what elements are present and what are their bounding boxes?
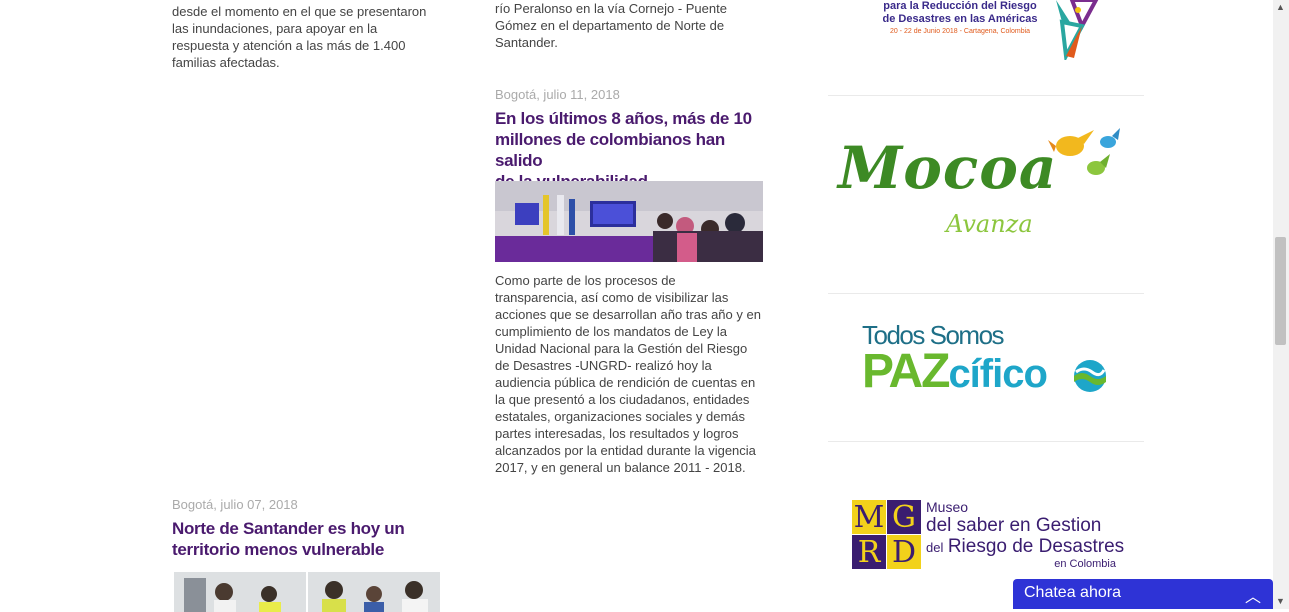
body-line: alcanzados por la entidad durante la vig… [495, 443, 756, 458]
excerpt-line: río Peralonso en la vía Cornejo - Puente [495, 1, 727, 16]
article-date: Bogotá, julio 07, 2018 [172, 497, 298, 512]
museo-line-1: Museo [926, 499, 969, 515]
article-body: Como parte de los procesos de transparen… [495, 272, 775, 476]
chat-widget-button[interactable]: Chatea ahora ︿ [1013, 579, 1273, 609]
page-scrollbar[interactable]: ▲ ▼ [1273, 0, 1289, 609]
plataforma-line-1: para la Reducción del Riesgo [883, 0, 1037, 12]
museo-line-2: del saber en Gestion [926, 515, 1102, 536]
article-title-link[interactable]: En los últimos 8 años, más de 10 millone… [495, 108, 775, 192]
body-line: 2017, y en general un balance 2011 - 201… [495, 460, 746, 475]
wave-circle-icon [1074, 360, 1106, 392]
article-card: Bogotá, julio 11, 2018 En los últimos 8 … [495, 87, 775, 475]
article-left-top-excerpt: desde el momento en el que se presentaro… [172, 3, 452, 71]
excerpt-line: desde el momento en el que se presentaro… [172, 4, 427, 19]
plataforma-regional-banner[interactable]: para la Reducción del Riesgo de Desastre… [828, 0, 1144, 62]
article-title-line: Norte de Santander es hoy un [172, 519, 405, 538]
body-line: partes interesadas, los resultados y log… [495, 426, 739, 441]
birds-icon [1048, 128, 1120, 175]
museo-line-3-main: Riesgo de Desastres [947, 536, 1125, 557]
museo-letter-g: G [887, 500, 921, 535]
body-line: de Desastres -UNGRD- realizó hoy la [495, 358, 712, 373]
mocoa-subtitle: Avanza [946, 210, 1033, 238]
sidebar-divider [828, 441, 1144, 442]
excerpt-line: respuesta y atención a las más de 1.400 [172, 38, 406, 53]
cifico-word: cífico [948, 352, 1047, 396]
museo-line-4: en Colombia [1054, 558, 1116, 570]
scroll-down-arrow-icon[interactable]: ▼ [1276, 596, 1285, 606]
article-title-line: En los últimos 8 años, más de 10 [495, 109, 752, 128]
museo-letter-m: M [852, 500, 886, 535]
body-line: transparencia, así como de visibilizar l… [495, 290, 729, 305]
article-mid-top-excerpt: río Peralonso en la vía Cornejo - Puente… [495, 0, 775, 51]
body-line: audiencia pública de rendición de cuenta… [495, 375, 756, 390]
plataforma-text: para la Reducción del Riesgo de Desastre… [874, 0, 1046, 38]
paz-wordmark: PAZcífico [862, 344, 1048, 399]
plataforma-line-3: 20 - 22 de Junio 2018 - Cartagena, Colom… [889, 28, 1031, 35]
scroll-up-arrow-icon[interactable]: ▲ [1276, 2, 1285, 12]
article-title-line: millones de colombianos han salido [495, 130, 725, 170]
article-title-line: territorio menos vulnerable [172, 540, 385, 559]
paz-cifico-banner[interactable]: Todos Somos PAZcífico [828, 318, 1144, 418]
body-line: estatales, organizaciones sociales y dem… [495, 409, 746, 424]
sidebar: para la Reducción del Riesgo de Desastre… [828, 0, 1144, 609]
plataforma-line-2: de Desastres en las Américas [882, 13, 1038, 25]
body-line: acciones que se desarrollan año tras año… [495, 307, 761, 322]
body-line: la que presentó a los ciudadanos, entida… [495, 392, 750, 407]
article-date: Bogotá, julio 11, 2018 [495, 87, 620, 102]
body-line: Como parte de los procesos de [495, 273, 676, 288]
excerpt-line: Gómez en el departamento de Norte de [495, 18, 725, 33]
sidebar-divider [828, 293, 1144, 294]
scrollbar-thumb[interactable] [1275, 237, 1286, 345]
excerpt-line: las inundaciones, para apoyar en la [172, 21, 378, 36]
mocoa-avanza-banner[interactable]: Mocoa Avanza [828, 110, 1144, 260]
chat-label: Chatea ahora [1024, 584, 1121, 601]
mocoa-wordmark: Mocoa [838, 134, 1058, 202]
museo-banner[interactable]: M G R D Museo del saber en Gestion del R… [828, 498, 1144, 570]
museo-line-3: del Riesgo de Desastres [926, 536, 1126, 558]
excerpt-line: familias afectadas. [172, 55, 280, 70]
article-photo[interactable] [495, 181, 763, 262]
article-card: Bogotá, julio 07, 2018 Norte de Santande… [172, 497, 452, 612]
museo-line-3-small: del [926, 540, 944, 555]
excerpt-line: Santander. [495, 35, 558, 50]
museo-letter-d: D [887, 535, 921, 570]
chevron-up-icon: ︿ [1244, 589, 1261, 606]
museo-letter-r: R [852, 535, 886, 570]
museo-letters-logo: M G R D [852, 500, 922, 570]
sidebar-divider [828, 95, 1144, 96]
paz-word: PAZ [862, 345, 950, 398]
plataforma-logo-icon [1056, 0, 1099, 60]
museo-text: Museo del saber en Gestion del Riesgo de… [926, 499, 1126, 571]
body-line: cumplimiento de los mandatos de Ley la [495, 324, 727, 339]
body-line: Unidad Nacional para la Gestión del Ries… [495, 341, 748, 356]
article-photo[interactable] [174, 572, 440, 612]
article-title-link[interactable]: Norte de Santander es hoy un territorio … [172, 518, 452, 560]
